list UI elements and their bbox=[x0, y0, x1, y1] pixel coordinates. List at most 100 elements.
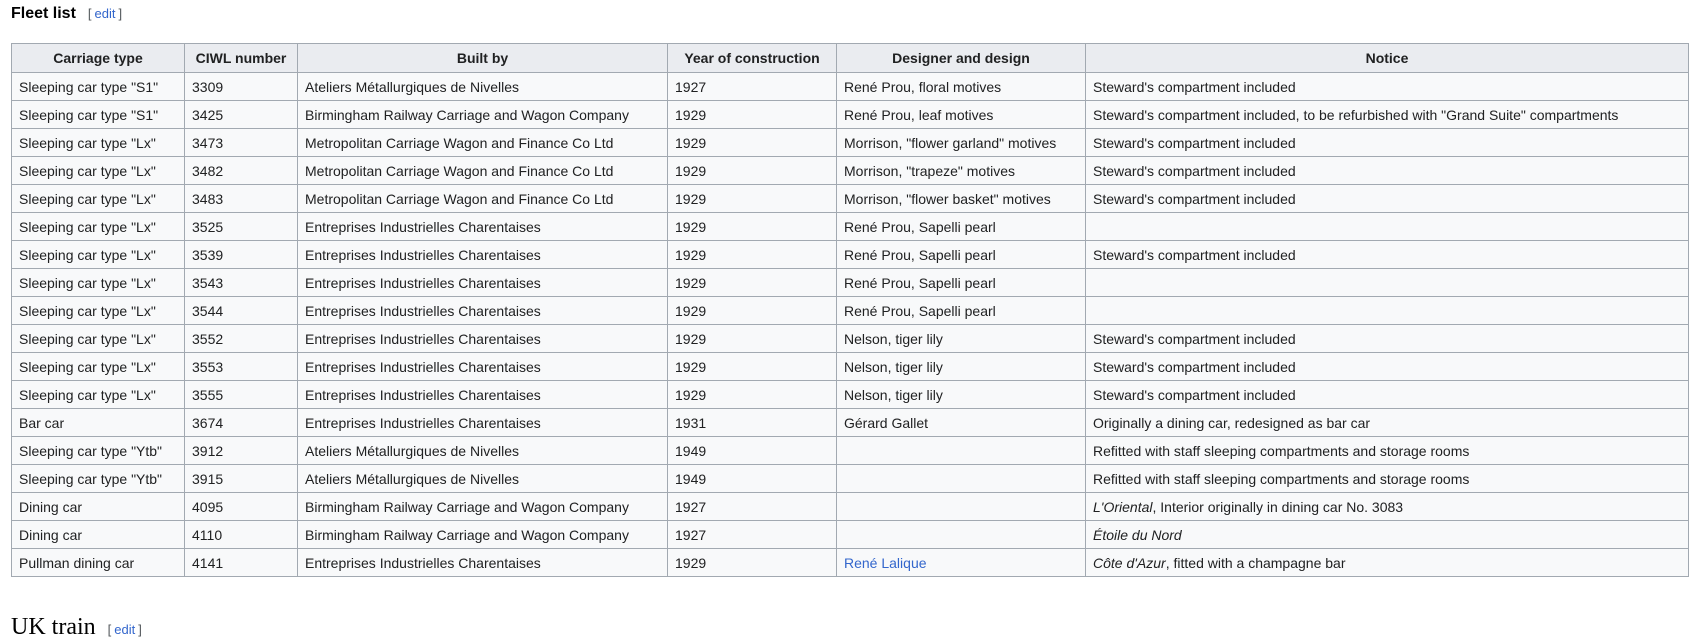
column-header[interactable]: CIWL number bbox=[184, 43, 298, 73]
notice-text: Refitted with staff sleeping compartment… bbox=[1093, 442, 1470, 459]
year-cell: 1949 bbox=[667, 464, 837, 493]
notice-text: , fitted with a champagne bar bbox=[1165, 554, 1346, 571]
ciwl-number-cell: 3555 bbox=[184, 380, 298, 409]
table-header-row: Carriage type CIWL number Built by Year … bbox=[11, 43, 1689, 73]
notice-cell: Refitted with staff sleeping compartment… bbox=[1085, 464, 1689, 493]
notice-cell: Steward's compartment included bbox=[1085, 128, 1689, 157]
designer-cell bbox=[836, 464, 1086, 493]
table-row: Sleeping car type "S1" 3309 Ateliers Métal… bbox=[11, 72, 1689, 101]
ciwl-number-cell: 3912 bbox=[184, 436, 298, 465]
notice-name: Côte d'Azur bbox=[1093, 554, 1166, 571]
built-by-cell: Entreprises Industrielles Charentaises bbox=[297, 352, 668, 381]
notice-text: , Interior originally in dining car No. … bbox=[1152, 498, 1404, 515]
ciwl-number-cell: 3544 bbox=[184, 296, 298, 325]
column-header[interactable]: Carriage type bbox=[11, 43, 185, 73]
year-cell: 1929 bbox=[667, 184, 837, 213]
notice-cell bbox=[1085, 212, 1689, 241]
notice-text: Steward's compartment included, to be re… bbox=[1093, 106, 1619, 123]
year-cell: 1929 bbox=[667, 296, 837, 325]
carriage-type-cell: Sleeping car type "Ytb" bbox=[11, 464, 185, 493]
notice-cell: Originally a dining car, redesigned as b… bbox=[1085, 408, 1689, 437]
notice-name: L'Oriental bbox=[1093, 498, 1153, 515]
carriage-type-cell: Sleeping car type "Lx" bbox=[11, 380, 185, 409]
table-row: Sleeping car type "Lx" 3539 Entreprises In… bbox=[11, 240, 1689, 269]
table-row: Sleeping car type "Lx" 3553 Entreprises In… bbox=[11, 352, 1689, 381]
column-header[interactable]: Built by bbox=[297, 43, 668, 73]
year-cell: 1929 bbox=[667, 548, 837, 577]
notice-cell: Refitted with staff sleeping compartment… bbox=[1085, 436, 1689, 465]
fleet-table: Carriage type CIWL number Built by Year … bbox=[11, 43, 1689, 577]
built-by-cell: Ateliers Métallurgiques de Nivelles bbox=[297, 436, 668, 465]
table-row: Sleeping car type "S1" 3425 Birmingham Rai… bbox=[11, 100, 1689, 129]
carriage-type-cell: Sleeping car type "Lx" bbox=[11, 156, 185, 185]
notice-text: Steward's compartment included bbox=[1093, 190, 1296, 207]
built-by-cell: Entreprises Industrielles Charentaises bbox=[297, 548, 668, 577]
notice-cell: Steward's compartment included bbox=[1085, 184, 1689, 213]
year-cell: 1949 bbox=[667, 436, 837, 465]
edit-link[interactable]: edit bbox=[95, 6, 116, 21]
year-cell: 1929 bbox=[667, 156, 837, 185]
ciwl-number-cell: 3525 bbox=[184, 212, 298, 241]
table-row: Sleeping car type "Lx" 3483 Metropolitan C… bbox=[11, 184, 1689, 213]
column-header[interactable]: Year of construction bbox=[667, 43, 837, 73]
carriage-type-cell: Sleeping car type "Lx" bbox=[11, 184, 185, 213]
notice-cell: Steward's compartment included bbox=[1085, 324, 1689, 353]
built-by-cell: Entreprises Industrielles Charentaises bbox=[297, 240, 668, 269]
notice-text: Refitted with staff sleeping compartment… bbox=[1093, 470, 1470, 487]
ciwl-number-cell: 3483 bbox=[184, 184, 298, 213]
designer-cell: Nelson, tiger lily bbox=[836, 380, 1086, 409]
year-cell: 1929 bbox=[667, 240, 837, 269]
notice-cell: L'Oriental, Interior originally in dinin… bbox=[1085, 492, 1689, 521]
built-by-cell: Entreprises Industrielles Charentaises bbox=[297, 380, 668, 409]
carriage-type-cell: Sleeping car type "Lx" bbox=[11, 296, 185, 325]
table-row: Sleeping car type "Ytb" 3915 Ateliers Méta… bbox=[11, 464, 1689, 493]
year-cell: 1927 bbox=[667, 492, 837, 521]
ciwl-number-cell: 3915 bbox=[184, 464, 298, 493]
carriage-type-cell: Sleeping car type "Lx" bbox=[11, 240, 185, 269]
notice-cell: Steward's compartment included bbox=[1085, 72, 1689, 101]
table-row: Dining car 4095 Birmingham Railway Carriag… bbox=[11, 492, 1689, 521]
ciwl-number-cell: 3674 bbox=[184, 408, 298, 437]
notice-cell: Steward's compartment included bbox=[1085, 352, 1689, 381]
designer-link[interactable]: René Lalique bbox=[844, 555, 927, 571]
designer-cell: Nelson, tiger lily bbox=[836, 352, 1086, 381]
next-section-title: UK train bbox=[11, 614, 96, 640]
carriage-type-cell: Sleeping car type "S1" bbox=[11, 100, 185, 129]
built-by-cell: Entreprises Industrielles Charentaises bbox=[297, 296, 668, 325]
built-by-cell: Ateliers Métallurgiques de Nivelles bbox=[297, 464, 668, 493]
designer-cell bbox=[836, 436, 1086, 465]
table-row: Sleeping car type "Lx" 3473 Metropolitan C… bbox=[11, 128, 1689, 157]
year-cell: 1929 bbox=[667, 352, 837, 381]
carriage-type-cell: Sleeping car type "Lx" bbox=[11, 128, 185, 157]
notice-text: Steward's compartment included bbox=[1093, 246, 1296, 263]
ciwl-number-cell: 4141 bbox=[184, 548, 298, 577]
designer-cell: René Prou, leaf motives bbox=[836, 100, 1086, 129]
ciwl-number-cell: 3473 bbox=[184, 128, 298, 157]
column-header[interactable]: Designer and design bbox=[836, 43, 1086, 73]
built-by-cell: Birmingham Railway Carriage and Wagon Co… bbox=[297, 520, 668, 549]
notice-text: Steward's compartment included bbox=[1093, 330, 1296, 347]
table-body: Sleeping car type "S1" 3309 Ateliers Métal… bbox=[11, 72, 1689, 577]
next-edit-link[interactable]: edit bbox=[114, 622, 135, 637]
designer-cell: Gérard Gallet bbox=[836, 408, 1086, 437]
designer-cell: Morrison, "trapeze" motives bbox=[836, 156, 1086, 185]
ciwl-number-cell: 3309 bbox=[184, 72, 298, 101]
table-row: Bar car 3674 Entreprises Industrielles Cha… bbox=[11, 408, 1689, 437]
year-cell: 1929 bbox=[667, 380, 837, 409]
built-by-cell: Entreprises Industrielles Charentaises bbox=[297, 324, 668, 353]
notice-cell: Steward's compartment included bbox=[1085, 156, 1689, 185]
year-cell: 1929 bbox=[667, 324, 837, 353]
carriage-type-cell: Sleeping car type "Lx" bbox=[11, 268, 185, 297]
carriage-type-cell: Dining car bbox=[11, 492, 185, 521]
year-cell: 1929 bbox=[667, 212, 837, 241]
year-cell: 1929 bbox=[667, 268, 837, 297]
carriage-type-cell: Dining car bbox=[11, 520, 185, 549]
notice-cell: Steward's compartment included, to be re… bbox=[1085, 100, 1689, 129]
column-header[interactable]: Notice bbox=[1085, 43, 1689, 73]
built-by-cell: Birmingham Railway Carriage and Wagon Co… bbox=[297, 492, 668, 521]
carriage-type-cell: Sleeping car type "Lx" bbox=[11, 212, 185, 241]
notice-text: Steward's compartment included bbox=[1093, 358, 1296, 375]
table-row: Pullman dining car 4141 Entreprises Indust… bbox=[11, 548, 1689, 577]
ciwl-number-cell: 3425 bbox=[184, 100, 298, 129]
built-by-cell: Metropolitan Carriage Wagon and Finance … bbox=[297, 184, 668, 213]
